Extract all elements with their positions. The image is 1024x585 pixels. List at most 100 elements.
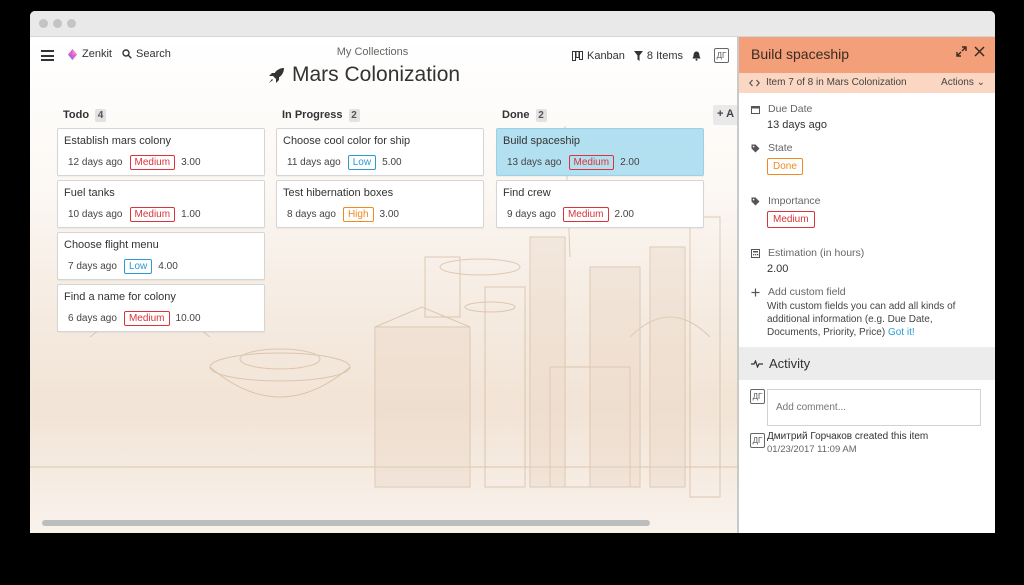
field-label: Importance — [768, 195, 821, 207]
comment-input[interactable] — [767, 389, 981, 426]
panel-header: Build spaceship — [739, 37, 995, 73]
actions-dropdown[interactable]: Actions ⌄ — [941, 77, 985, 88]
column-header[interactable]: In Progress 2 — [276, 107, 484, 123]
column-count: 2 — [348, 108, 360, 122]
column-todo: Todo 4 Establish mars colony 12 days ago… — [57, 107, 265, 336]
item-position-text: Item 7 of 8 in Mars Colonization — [766, 77, 907, 88]
card-title: Choose cool color for ship — [283, 135, 411, 147]
user-avatar-initials: ДГ — [714, 48, 729, 63]
card-due: 11 days ago — [287, 157, 341, 168]
calendar-icon — [751, 105, 760, 114]
panel-subheader: Item 7 of 8 in Mars Colonization Actions… — [739, 73, 995, 93]
card-title: Find crew — [503, 187, 551, 199]
column-in-progress: In Progress 2 Choose cool color for ship… — [276, 107, 484, 232]
card-importance-badge: Low — [123, 259, 153, 274]
tag-icon — [751, 197, 760, 205]
card-estimate: 4.00 — [158, 261, 178, 272]
expand-icon[interactable] — [956, 46, 967, 57]
card-importance-badge: Medium — [129, 155, 176, 170]
card-due: 10 days ago — [68, 209, 123, 220]
field-label: State — [768, 142, 793, 154]
page-title: Mars Colonization — [268, 63, 460, 87]
kanban-card[interactable]: Find a name for colony 6 days ago Medium 1… — [57, 284, 265, 332]
column-title: In Progress — [282, 109, 343, 121]
kanban-card[interactable]: Choose flight menu 7 days ago Low 4.00 — [57, 232, 265, 280]
card-due: 9 days ago — [507, 209, 556, 220]
horizontal-scrollbar[interactable] — [42, 520, 650, 526]
window-maximize-dot[interactable] — [67, 19, 76, 28]
app-window: Zenkit Search My Collections Mars Coloni… — [30, 11, 995, 533]
kanban-card[interactable]: Establish mars colony 12 days ago Medium 3… — [57, 128, 265, 176]
kanban-card[interactable]: Test hibernation boxes 8 days ago High 3.0… — [276, 180, 484, 228]
bell-icon — [692, 51, 701, 61]
activity-log-entry: Дмитрий Горчаков created this item 01/23… — [767, 431, 928, 455]
board-tools: Kanban 8 Items ДГ — [563, 48, 729, 63]
notifications-button[interactable] — [692, 51, 705, 61]
filter-icon — [633, 50, 643, 61]
activity-title: Activity — [769, 356, 811, 371]
field-state[interactable]: State Done — [751, 142, 809, 175]
page-title-text: Mars Colonization — [292, 63, 461, 86]
column-header[interactable]: Todo 4 — [57, 107, 265, 123]
avatar-icon: ДГ — [750, 389, 765, 404]
card-importance-badge: High — [342, 207, 374, 222]
card-due: 8 days ago — [287, 209, 336, 220]
user-avatar[interactable]: ДГ — [714, 48, 729, 63]
column-count: 4 — [95, 108, 107, 122]
add-custom-field: Add custom field With custom fields you … — [751, 286, 977, 339]
custom-field-description: With custom fields you can add all kinds… — [767, 301, 956, 338]
kanban-icon — [571, 50, 583, 61]
field-due-date[interactable]: Due Date 13 days ago — [751, 103, 827, 131]
log-timestamp: 01/23/2017 11:09 AM — [767, 444, 857, 455]
rocket-icon — [269, 67, 284, 83]
card-estimate: 3.00 — [181, 157, 201, 168]
close-icon[interactable] — [974, 46, 985, 57]
field-value: 2.00 — [767, 263, 789, 275]
state-badge: Done — [767, 158, 803, 175]
avatar-icon: ДГ — [750, 433, 765, 448]
card-importance-badge: Medium — [562, 207, 609, 222]
card-due: 7 days ago — [68, 261, 117, 272]
card-title: Choose flight menu — [64, 239, 159, 251]
card-title: Establish mars colony — [64, 135, 171, 147]
item-detail-panel: Build spaceship Item 7 of 8 in Mars Colo… — [737, 37, 995, 533]
column-title: Todo — [63, 109, 90, 121]
field-importance[interactable]: Importance Medium — [751, 195, 821, 228]
view-switcher[interactable]: Kanban — [571, 50, 625, 62]
window-titlebar — [30, 11, 995, 37]
card-estimate: 2.00 — [620, 157, 640, 168]
card-due: 12 days ago — [68, 157, 123, 168]
card-estimate: 10.00 — [175, 313, 201, 324]
card-due: 13 days ago — [507, 157, 562, 168]
card-estimate: 2.00 — [614, 209, 634, 220]
board-area: Zenkit Search My Collections Mars Coloni… — [30, 37, 737, 533]
activity-icon — [751, 359, 763, 368]
kanban-card[interactable]: Find crew 9 days ago Medium 2.00 — [496, 180, 704, 228]
card-due: 6 days ago — [68, 313, 117, 324]
kanban-card[interactable]: Fuel tanks 10 days ago Medium 1.00 — [57, 180, 265, 228]
log-text: Дмитрий Горчаков created this item — [767, 431, 929, 442]
kanban-card-selected[interactable]: Build spaceship 13 days ago Medium 2.00 — [496, 128, 704, 176]
got-it-link[interactable]: Got it! — [888, 327, 915, 338]
filter-button[interactable]: 8 Items — [633, 50, 683, 62]
card-importance-badge: Low — [347, 155, 377, 170]
add-custom-field-button[interactable]: Add custom field — [768, 286, 846, 298]
field-label: Estimation (in hours) — [768, 247, 865, 259]
tag-icon — [751, 144, 760, 152]
card-importance-badge: Medium — [123, 311, 170, 326]
kanban-card[interactable]: Choose cool color for ship 11 days ago Lo… — [276, 128, 484, 176]
column-count: 2 — [535, 108, 547, 122]
code-nav-icon[interactable] — [749, 79, 760, 87]
panel-title[interactable]: Build spaceship — [751, 46, 849, 62]
add-column-button[interactable]: + A — [713, 105, 737, 125]
field-estimation[interactable]: Estimation (in hours) 2.00 — [751, 247, 864, 275]
card-title: Test hibernation boxes — [283, 187, 394, 199]
window-close-dot[interactable] — [39, 19, 48, 28]
card-title: Fuel tanks — [64, 187, 115, 199]
plus-icon — [751, 288, 760, 296]
board-topbar: Zenkit Search My Collections Mars Coloni… — [30, 37, 737, 97]
window-minimize-dot[interactable] — [53, 19, 62, 28]
column-header[interactable]: Done 2 — [496, 107, 704, 123]
card-estimate: 1.00 — [181, 209, 201, 220]
card-title: Find a name for colony — [64, 291, 176, 303]
